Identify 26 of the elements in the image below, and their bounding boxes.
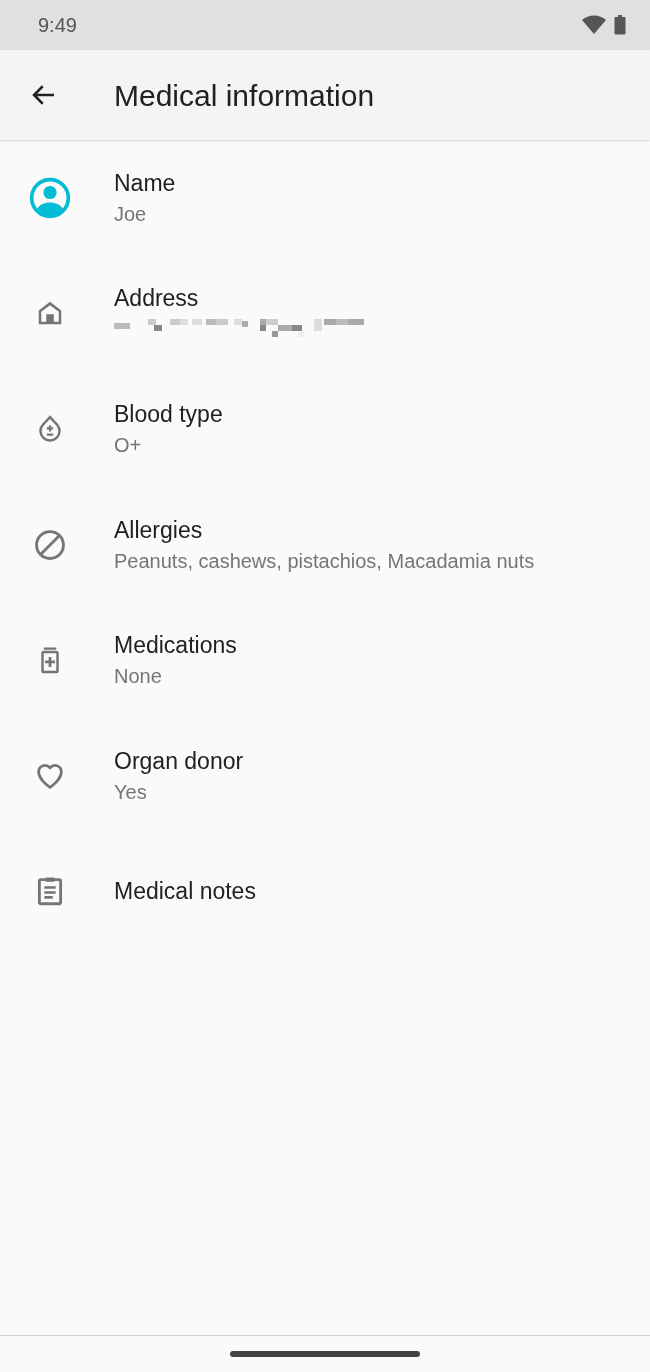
row-value: Joe xyxy=(114,201,148,227)
info-row[interactable]: Allergies Peanuts, cashews, pistachios, Macadamia nuts xyxy=(0,486,650,603)
row-label: Address xyxy=(114,284,200,314)
row-label: Allergies xyxy=(114,515,204,545)
home-handle[interactable] xyxy=(230,1351,420,1357)
info-row[interactable]: Organ donor Yes xyxy=(0,717,650,834)
row-label: Blood type xyxy=(114,400,223,429)
person-icon xyxy=(28,175,72,220)
row-value: O+ xyxy=(114,433,143,458)
row-label: Name xyxy=(114,168,176,198)
screen-title: Medical information xyxy=(114,77,375,114)
row-value: None xyxy=(114,664,163,690)
wifi-icon xyxy=(582,15,606,35)
info-row[interactable]: Address xyxy=(0,255,650,372)
row-label: Medical notes xyxy=(114,877,256,907)
info-row[interactable]: Medications None xyxy=(0,602,650,718)
row-value: Peanuts, cashews, pistachios, Macadamia nuts xyxy=(114,548,535,574)
battery-icon xyxy=(614,15,626,35)
info-row[interactable]: Blood type O+ xyxy=(0,371,650,487)
info-row[interactable]: Medical notes xyxy=(0,833,650,950)
row-value: Yes xyxy=(114,779,148,805)
row-label: Medications xyxy=(114,631,237,661)
row-label: Organ donor xyxy=(114,746,244,776)
block-icon xyxy=(33,527,67,562)
status-time: 9:49 xyxy=(38,13,77,38)
info-row[interactable]: Name Joe xyxy=(0,140,650,256)
